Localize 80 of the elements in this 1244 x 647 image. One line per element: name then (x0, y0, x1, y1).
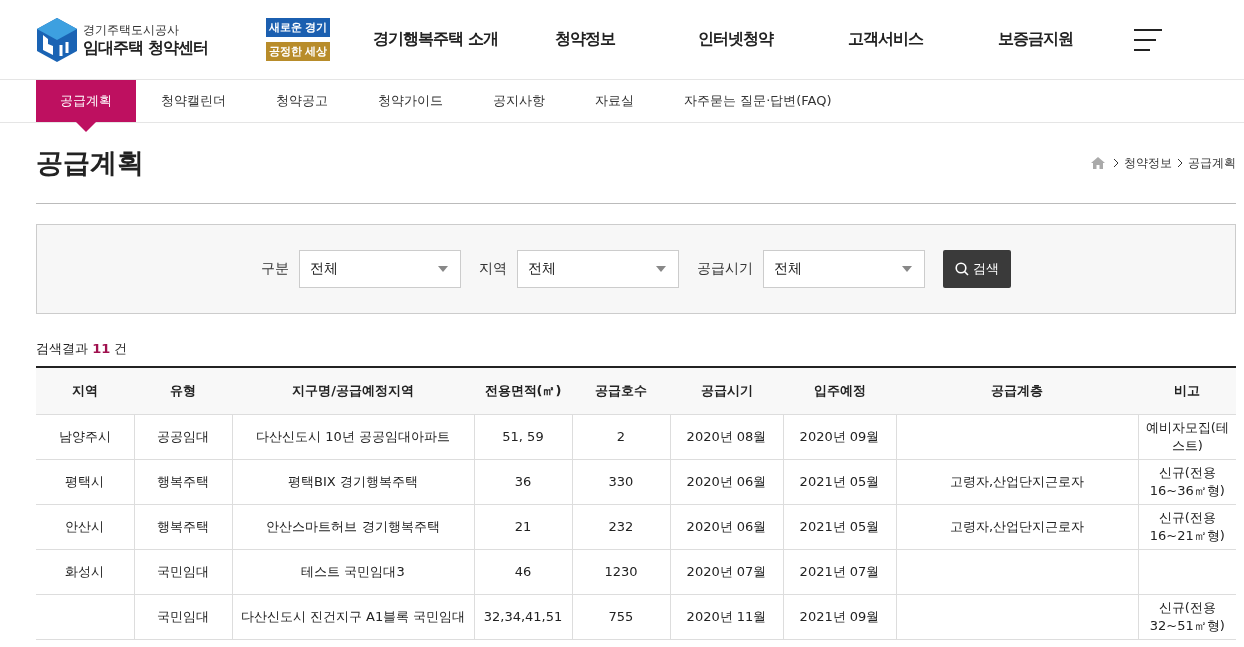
table-cell: 2020년 06월 (670, 504, 783, 550)
dropdown[interactable]: 전체 (517, 250, 679, 288)
table-cell: 2020년 11월 (670, 594, 783, 640)
slogan-banner: 새로운 경기 (265, 18, 331, 37)
breadcrumb-link[interactable]: 청약정보 (1124, 154, 1172, 172)
nav-link[interactable]: 고객서비스 (810, 29, 961, 50)
sub-tab[interactable]: 청약캘린더 (136, 80, 251, 122)
table-cell: 232 (572, 504, 670, 550)
pointer-icon (76, 122, 96, 132)
logo-icon (37, 17, 77, 62)
dropdown[interactable]: 전체 (763, 250, 925, 288)
logo-org: 경기주택도시공사 (83, 21, 180, 38)
filter-label: 공급시기 (697, 260, 753, 278)
table-cell: 안산스마트허브 경기행복주택 (232, 504, 474, 550)
dropdown[interactable]: 전체 (299, 250, 461, 288)
table-cell: 공공임대 (134, 414, 232, 460)
column-header: 입주예정 (783, 367, 896, 415)
search-button[interactable]: 검색 (943, 250, 1011, 288)
table-cell: 330 (572, 459, 670, 505)
column-header: 지역 (36, 367, 134, 415)
column-header: 비고 (1138, 367, 1236, 415)
table-cell: 51, 59 (474, 414, 572, 460)
chevron-icon (1113, 158, 1119, 168)
table-cell: 2021년 05월 (783, 459, 896, 505)
table-cell: 남양주시 (36, 414, 134, 460)
table-cell: 국민임대 (134, 549, 232, 595)
caret-icon (902, 266, 912, 272)
table-cell: 2021년 05월 (783, 504, 896, 550)
column-header: 공급시기 (670, 367, 783, 415)
column-header: 지구명/공급예정지역 (232, 367, 474, 415)
table-cell: 평택시 (36, 459, 134, 505)
breadcrumb-link[interactable]: 공급계획 (1188, 154, 1236, 172)
column-header: 공급계층 (896, 367, 1138, 415)
filter-label: 지역 (479, 260, 507, 278)
table-cell: 2020년 08월 (670, 414, 783, 460)
page-title: 공급계획 (36, 146, 144, 180)
table-cell: 평택BIX 경기행복주택 (232, 459, 474, 505)
filter-label: 구분 (261, 260, 289, 278)
sub-tab[interactable]: 공지사항 (468, 80, 570, 122)
table-cell: 2021년 09월 (783, 594, 896, 640)
caret-icon (438, 266, 448, 272)
chevron-icon (1177, 158, 1183, 168)
result-count: 검색결과 11 건 (36, 340, 129, 358)
table-cell: 1230 (572, 549, 670, 595)
table-cell: 화성시 (36, 549, 134, 595)
table-cell: 안산시 (36, 504, 134, 550)
table-cell: 행복주택 (134, 459, 232, 505)
sub-tab[interactable]: 청약가이드 (353, 80, 468, 122)
table-cell: 고령자,산업단지근로자 (896, 504, 1138, 550)
nav-link[interactable]: 보증금지원 (960, 29, 1111, 50)
slogan-banner: 공정한 세상 (265, 42, 331, 61)
table-cell: 36 (474, 459, 572, 505)
table-cell: 2021년 07월 (783, 549, 896, 595)
nav-link[interactable]: 경기행복주택 소개 (360, 29, 511, 50)
nav-link[interactable]: 인터넷청약 (660, 29, 811, 50)
column-header: 공급호수 (572, 367, 670, 415)
table-cell: 행복주택 (134, 504, 232, 550)
table-cell: 2020년 09월 (783, 414, 896, 460)
table-cell: 2020년 07월 (670, 549, 783, 595)
table-cell: 755 (572, 594, 670, 640)
menu-icon[interactable] (1134, 27, 1163, 52)
nav-link[interactable]: 청약정보 (510, 29, 661, 50)
search-icon (955, 262, 969, 276)
table-cell: 국민임대 (134, 594, 232, 640)
table-cell: 2020년 06월 (670, 459, 783, 505)
table-cell: 다산신도시 10년 공공임대아파트 (232, 414, 474, 460)
caret-icon (656, 266, 666, 272)
table-cell: 2 (572, 414, 670, 460)
column-header: 유형 (134, 367, 232, 415)
sub-tab[interactable]: 자주묻는 질문·답변(FAQ) (659, 80, 857, 122)
table-cell: 46 (474, 549, 572, 595)
table-cell: 21 (474, 504, 572, 550)
sub-tab[interactable]: 자료실 (570, 80, 659, 122)
table-cell: 32,34,41,51 (474, 594, 572, 640)
table-cell: 테스트 국민임대3 (232, 549, 474, 595)
column-header: 전용면적(㎡) (474, 367, 572, 415)
table-cell: 다산신도시 진건지구 A1블록 국민임대 (232, 594, 474, 640)
sub-tab[interactable]: 청약공고 (251, 80, 353, 122)
table-cell: 고령자,산업단지근로자 (896, 459, 1138, 505)
logo-title: 임대주택 청약센터 (83, 37, 208, 58)
